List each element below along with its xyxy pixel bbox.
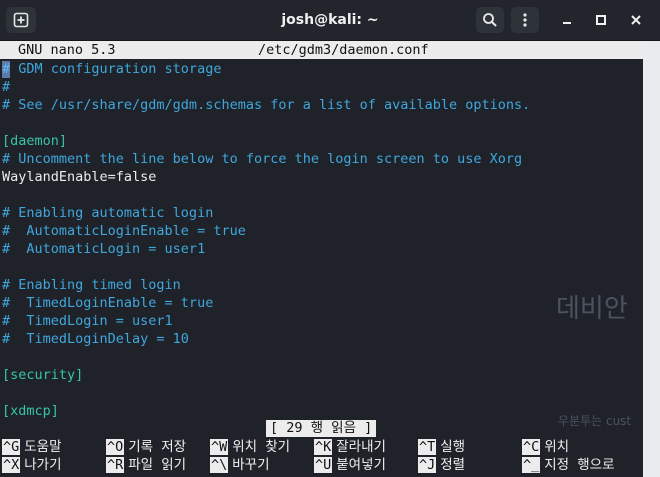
comment-line: # AutomaticLoginEnable = true [2, 223, 246, 239]
comment-line: # Uncomment the line below to force the … [2, 151, 523, 167]
nano-filename: /etc/gdm3/daemon.conf [258, 42, 429, 58]
shortcut-item[interactable]: ^R 파일 읽기 [106, 456, 186, 474]
shortcut-label: 위치 [544, 439, 570, 455]
shortcut-key: ^X [2, 457, 21, 473]
shortcut-label: 파일 읽기 [128, 457, 187, 473]
background-text-large: 데비안 [556, 294, 628, 324]
comment-line: # AutomaticLogin = user1 [2, 241, 206, 257]
maximize-button[interactable] [588, 8, 614, 32]
shortcut-label: 나가기 [24, 457, 62, 473]
maximize-icon [596, 15, 606, 25]
shortcut-label: 잘라내기 [336, 439, 386, 455]
status-message: [ 29 행 읽음 ] [266, 420, 377, 437]
background-text-small: 우분투는 cust [558, 414, 632, 428]
shortcut-key: ^\ [210, 457, 229, 473]
shortcut-item[interactable]: ^C 위치 [522, 438, 569, 456]
shortcut-item[interactable]: ^\ 바꾸기 [210, 456, 270, 474]
close-button[interactable] [623, 8, 649, 32]
config-section-line: [daemon] [2, 133, 68, 149]
shortcut-label: 바꾸기 [232, 457, 270, 473]
shortcut-key: ^W [210, 439, 229, 455]
shortcut-key: ^R [106, 457, 125, 473]
nano-version: GNU nano 5.3 [18, 42, 116, 58]
comment-line: # TimedLoginEnable = true [2, 295, 214, 311]
comment-line: # TimedLoginDelay = 10 [2, 331, 189, 347]
shortcut-label: 실행 [440, 439, 466, 455]
title-bar: josh@kali: ~ [0, 0, 660, 41]
shortcut-item[interactable]: ^J 정렬 [418, 456, 465, 474]
menu-button[interactable] [511, 7, 539, 33]
close-icon [631, 15, 641, 25]
minimize-button[interactable] [554, 8, 580, 32]
shortcut-key: ^K [314, 439, 333, 455]
nano-header: GNU nano 5.3 /etc/gdm3/daemon.conf [0, 41, 643, 59]
shortcut-key: ^_ [522, 457, 541, 473]
comment-line: # See /usr/share/gdm/gdm.schemas for a l… [2, 97, 531, 113]
shortcut-label: 지정 행으로 [544, 457, 615, 473]
config-line: WaylandEnable=false [2, 169, 157, 185]
shortcut-item[interactable]: ^U 붙여넣기 [314, 456, 386, 474]
shortcut-key: ^U [314, 457, 333, 473]
comment-line: # Enabling timed login [2, 277, 181, 293]
minimize-icon [563, 22, 571, 24]
shortcut-item[interactable]: ^O 기록 저장 [106, 438, 186, 456]
shortcut-key: ^T [418, 439, 437, 455]
comment-line: # Enabling automatic login [2, 205, 214, 221]
comment-line: # GDM configuration storage [2, 61, 222, 77]
shortcut-label: 정렬 [440, 457, 466, 473]
text-cursor [2, 61, 10, 78]
shortcut-item[interactable]: ^X 나가기 [2, 456, 62, 474]
shortcut-label: 붙여넣기 [336, 457, 386, 473]
config-section-line: [xdmcp] [2, 403, 59, 419]
shortcut-label: 위치 찾기 [232, 439, 291, 455]
shortcut-item[interactable]: ^W 위치 찾기 [210, 438, 290, 456]
shortcut-key: ^J [418, 457, 437, 473]
shortcut-key: ^G [2, 439, 21, 455]
kebab-menu-icon [523, 13, 527, 27]
shortcut-item[interactable]: ^_ 지정 행으로 [522, 456, 615, 474]
shortcut-key: ^O [106, 439, 125, 455]
background-window [643, 41, 660, 477]
shortcut-label: 기록 저장 [128, 439, 187, 455]
comment-line: # TimedLogin = user1 [2, 313, 173, 329]
shortcut-item[interactable]: ^G 도움말 [2, 438, 62, 456]
shortcut-key: ^C [522, 439, 541, 455]
comment-line: # [2, 79, 11, 95]
config-section-line: [security] [2, 367, 84, 383]
shortcut-label: 도움말 [24, 439, 62, 455]
search-button[interactable] [476, 7, 504, 33]
shortcut-item[interactable]: ^T 실행 [418, 438, 465, 456]
search-icon [483, 13, 497, 27]
shortcut-item[interactable]: ^K 잘라내기 [314, 438, 386, 456]
